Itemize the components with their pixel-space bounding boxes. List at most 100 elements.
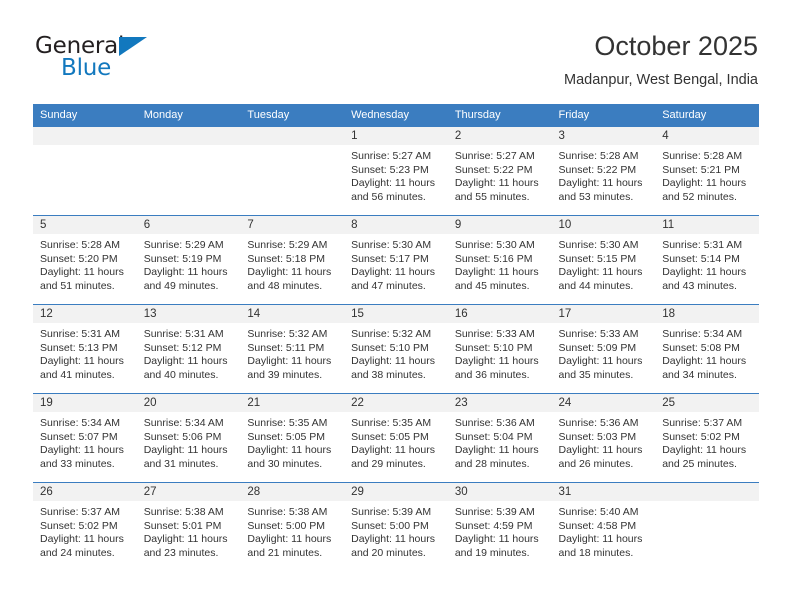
day-cell[interactable] <box>240 127 345 216</box>
day-cell[interactable]: 21 Sunrise: 5:35 AM Sunset: 5:05 PM Dayl… <box>240 393 345 483</box>
day-cell[interactable]: 31 Sunrise: 5:40 AM Sunset: 4:58 PM Dayl… <box>551 482 656 571</box>
daylight-text-line2: and 47 minutes. <box>351 279 426 292</box>
day-number: 11 <box>655 216 759 234</box>
day-number: 26 <box>33 483 137 501</box>
day-cell[interactable]: 29 Sunrise: 5:39 AM Sunset: 5:00 PM Dayl… <box>344 482 448 571</box>
daylight-text-line1: Daylight: 11 hours <box>247 266 332 279</box>
sunrise-text: Sunrise: 5:32 AM <box>247 328 328 340</box>
day-cell[interactable]: 8 Sunrise: 5:30 AM Sunset: 5:17 PM Dayli… <box>344 215 448 305</box>
day-cell[interactable] <box>136 127 241 216</box>
day-details: Sunrise: 5:30 AM Sunset: 5:15 PM Dayligh… <box>552 234 656 293</box>
day-details: Sunrise: 5:39 AM Sunset: 4:59 PM Dayligh… <box>448 501 552 560</box>
daylight-text-line1: Daylight: 11 hours <box>558 533 643 546</box>
daylight-text-line1: Daylight: 11 hours <box>247 533 332 546</box>
daylight-text-line2: and 33 minutes. <box>40 457 115 470</box>
daylight-text-line1: Daylight: 11 hours <box>40 266 124 279</box>
day-cell[interactable]: 7 Sunrise: 5:29 AM Sunset: 5:18 PM Dayli… <box>240 215 345 305</box>
day-cell[interactable]: 2 Sunrise: 5:27 AM Sunset: 5:22 PM Dayli… <box>447 127 552 216</box>
sunset-text: Sunset: 5:01 PM <box>143 519 222 532</box>
sunset-text: Sunset: 5:05 PM <box>247 430 326 443</box>
sunrise-text: Sunrise: 5:40 AM <box>558 506 639 518</box>
day-cell[interactable]: 9 Sunrise: 5:30 AM Sunset: 5:16 PM Dayli… <box>447 215 552 305</box>
day-cell[interactable]: 26 Sunrise: 5:37 AM Sunset: 5:02 PM Dayl… <box>33 482 137 571</box>
daylight-text-line2: and 45 minutes. <box>454 279 530 292</box>
day-cell[interactable] <box>655 482 759 571</box>
daylight-text-line2: and 18 minutes. <box>558 546 634 559</box>
day-number: 18 <box>655 305 759 323</box>
day-number: 29 <box>344 483 448 501</box>
day-number: 27 <box>136 483 241 501</box>
day-number: 28 <box>240 483 345 501</box>
sunset-text: Sunset: 5:21 PM <box>662 163 740 176</box>
day-cell[interactable]: 10 Sunrise: 5:30 AM Sunset: 5:15 PM Dayl… <box>551 215 656 305</box>
sunset-text: Sunset: 4:58 PM <box>558 519 637 532</box>
day-cell[interactable]: 24 Sunrise: 5:36 AM Sunset: 5:03 PM Dayl… <box>551 393 656 483</box>
daylight-text-line1: Daylight: 11 hours <box>558 177 643 190</box>
day-cell[interactable]: 11 Sunrise: 5:31 AM Sunset: 5:14 PM Dayl… <box>655 215 759 305</box>
daylight-text-line2: and 36 minutes. <box>454 368 530 381</box>
daylight-text-line2: and 28 minutes. <box>454 457 530 470</box>
day-details: Sunrise: 5:34 AM Sunset: 5:06 PM Dayligh… <box>137 412 241 471</box>
day-details: Sunrise: 5:31 AM Sunset: 5:13 PM Dayligh… <box>33 323 137 382</box>
day-number: 2 <box>447 127 552 145</box>
day-cell[interactable]: 12 Sunrise: 5:31 AM Sunset: 5:13 PM Dayl… <box>33 304 137 394</box>
day-cell[interactable]: 3 Sunrise: 5:28 AM Sunset: 5:22 PM Dayli… <box>551 127 656 216</box>
day-cell[interactable]: 5 Sunrise: 5:28 AM Sunset: 5:20 PM Dayli… <box>33 215 137 305</box>
sunset-text: Sunset: 5:23 PM <box>351 163 429 176</box>
day-details <box>240 145 344 150</box>
day-details <box>137 145 241 150</box>
sunrise-text: Sunrise: 5:30 AM <box>454 239 535 251</box>
day-cell[interactable]: 14 Sunrise: 5:32 AM Sunset: 5:11 PM Dayl… <box>240 304 345 394</box>
daylight-text-line1: Daylight: 11 hours <box>662 177 747 190</box>
generalblue-logo[interactable]: General Blue <box>35 33 255 85</box>
day-cell[interactable]: 4 Sunrise: 5:28 AM Sunset: 5:21 PM Dayli… <box>655 127 759 216</box>
day-details: Sunrise: 5:32 AM Sunset: 5:11 PM Dayligh… <box>240 323 344 382</box>
daylight-text-line2: and 21 minutes. <box>247 546 323 559</box>
day-cell[interactable]: 15 Sunrise: 5:32 AM Sunset: 5:10 PM Dayl… <box>344 304 448 394</box>
day-cell[interactable]: 23 Sunrise: 5:36 AM Sunset: 5:04 PM Dayl… <box>447 393 552 483</box>
day-number: 21 <box>240 394 345 412</box>
day-cell[interactable]: 19 Sunrise: 5:34 AM Sunset: 5:07 PM Dayl… <box>33 393 137 483</box>
day-cell[interactable] <box>33 127 137 216</box>
sunset-text: Sunset: 5:04 PM <box>454 430 533 443</box>
day-number: 4 <box>655 127 759 145</box>
day-cell[interactable]: 6 Sunrise: 5:29 AM Sunset: 5:19 PM Dayli… <box>136 215 241 305</box>
day-number: 7 <box>240 216 345 234</box>
day-cell[interactable]: 30 Sunrise: 5:39 AM Sunset: 4:59 PM Dayl… <box>447 482 552 571</box>
daylight-text-line2: and 24 minutes. <box>40 546 115 559</box>
day-cell[interactable]: 28 Sunrise: 5:38 AM Sunset: 5:00 PM Dayl… <box>240 482 345 571</box>
day-cell[interactable]: 25 Sunrise: 5:37 AM Sunset: 5:02 PM Dayl… <box>655 393 759 483</box>
sunset-text: Sunset: 5:03 PM <box>558 430 637 443</box>
sunrise-text: Sunrise: 5:28 AM <box>662 150 743 162</box>
day-details: Sunrise: 5:34 AM Sunset: 5:08 PM Dayligh… <box>655 323 759 382</box>
day-cell[interactable]: 20 Sunrise: 5:34 AM Sunset: 5:06 PM Dayl… <box>136 393 241 483</box>
day-cell[interactable]: 27 Sunrise: 5:38 AM Sunset: 5:01 PM Dayl… <box>136 482 241 571</box>
sunrise-text: Sunrise: 5:27 AM <box>351 150 432 162</box>
day-cell[interactable]: 13 Sunrise: 5:31 AM Sunset: 5:12 PM Dayl… <box>136 304 241 394</box>
calendar-week-row: 5 Sunrise: 5:28 AM Sunset: 5:20 PM Dayli… <box>33 215 759 305</box>
daylight-text-line2: and 34 minutes. <box>662 368 737 381</box>
sunset-text: Sunset: 5:20 PM <box>40 252 118 265</box>
day-cell[interactable]: 17 Sunrise: 5:33 AM Sunset: 5:09 PM Dayl… <box>551 304 656 394</box>
calendar-week-row: 12 Sunrise: 5:31 AM Sunset: 5:13 PM Dayl… <box>33 304 759 394</box>
sunset-text: Sunset: 5:22 PM <box>454 163 533 176</box>
day-cell[interactable]: 16 Sunrise: 5:33 AM Sunset: 5:10 PM Dayl… <box>447 304 552 394</box>
sunset-text: Sunset: 5:11 PM <box>247 341 325 354</box>
day-cell[interactable]: 18 Sunrise: 5:34 AM Sunset: 5:08 PM Dayl… <box>655 304 759 394</box>
sunrise-text: Sunrise: 5:31 AM <box>40 328 120 340</box>
sunrise-text: Sunrise: 5:34 AM <box>662 328 743 340</box>
sunset-text: Sunset: 5:09 PM <box>558 341 637 354</box>
day-details <box>33 145 137 150</box>
daylight-text-line2: and 26 minutes. <box>558 457 634 470</box>
sunrise-text: Sunrise: 5:28 AM <box>40 239 120 251</box>
day-details: Sunrise: 5:30 AM Sunset: 5:16 PM Dayligh… <box>448 234 552 293</box>
daylight-text-line2: and 39 minutes. <box>247 368 323 381</box>
daylight-text-line2: and 23 minutes. <box>143 546 219 559</box>
daylight-text-line1: Daylight: 11 hours <box>662 444 747 457</box>
sunrise-text: Sunrise: 5:38 AM <box>247 506 328 518</box>
day-details: Sunrise: 5:39 AM Sunset: 5:00 PM Dayligh… <box>344 501 448 560</box>
day-cell[interactable]: 22 Sunrise: 5:35 AM Sunset: 5:05 PM Dayl… <box>344 393 448 483</box>
daylight-text-line2: and 56 minutes. <box>351 190 426 203</box>
day-cell[interactable]: 1 Sunrise: 5:27 AM Sunset: 5:23 PM Dayli… <box>344 127 448 216</box>
sunrise-text: Sunrise: 5:33 AM <box>558 328 639 340</box>
